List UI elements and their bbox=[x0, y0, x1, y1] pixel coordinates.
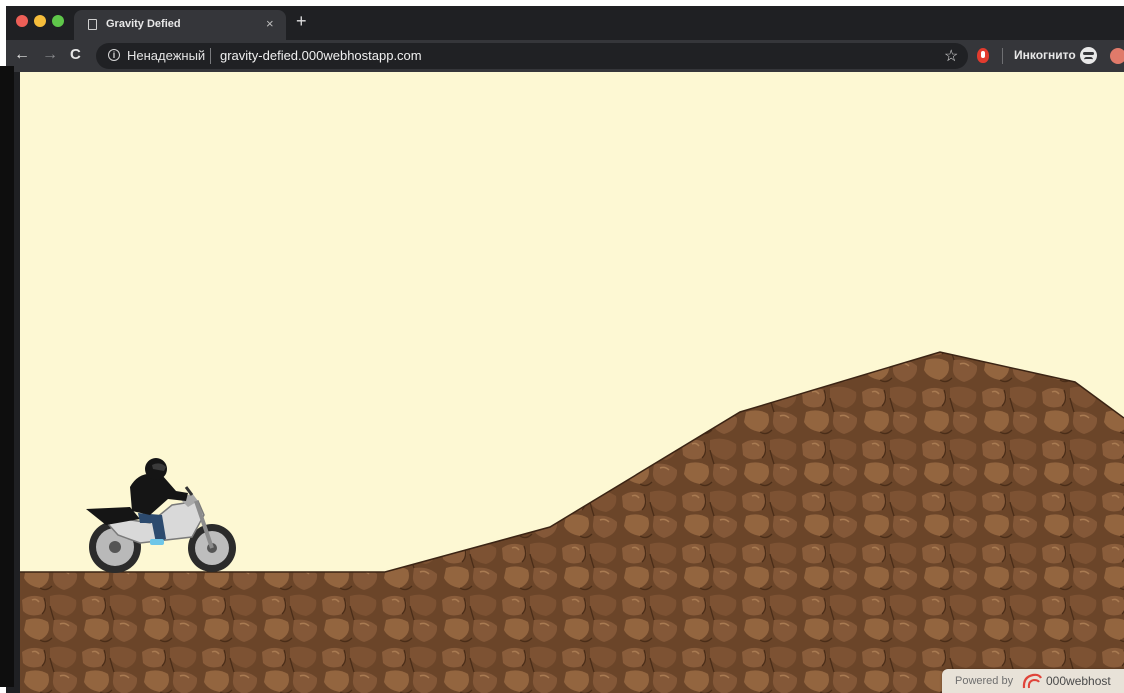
new-tab-button[interactable]: + bbox=[296, 12, 307, 30]
tab-strip: Gravity Defied × + bbox=[6, 6, 1124, 40]
game-canvas[interactable]: Powered by 000webhost bbox=[20, 72, 1124, 693]
tab-close-button[interactable]: × bbox=[266, 16, 274, 32]
toolbar-divider bbox=[1002, 48, 1003, 64]
extension-icon[interactable] bbox=[977, 48, 989, 63]
security-label[interactable]: Ненадежный bbox=[127, 48, 205, 63]
url-separator bbox=[210, 48, 211, 64]
page-icon bbox=[88, 19, 97, 30]
info-icon[interactable]: i bbox=[108, 49, 120, 61]
browser-window: Gravity Defied × + ← → C i Ненадежный gr… bbox=[6, 6, 1124, 693]
address-bar[interactable]: i Ненадежный gravity-defied.000webhostap… bbox=[96, 43, 968, 69]
url-text[interactable]: gravity-defied.000webhostapp.com bbox=[220, 48, 422, 63]
powered-label: Powered by bbox=[955, 675, 1014, 687]
tab-gravity-defied[interactable]: Gravity Defied × bbox=[74, 10, 286, 40]
maximize-window-button[interactable] bbox=[52, 15, 64, 27]
powered-by-badge[interactable]: Powered by 000webhost bbox=[942, 669, 1124, 693]
star-icon[interactable]: ☆ bbox=[944, 46, 958, 66]
minimize-window-button[interactable] bbox=[34, 15, 46, 27]
profile-icon[interactable] bbox=[1110, 48, 1124, 64]
forward-icon[interactable]: → bbox=[42, 46, 58, 64]
game-scene bbox=[20, 351, 1124, 693]
incognito-icon[interactable] bbox=[1080, 47, 1097, 64]
close-window-button[interactable] bbox=[16, 15, 28, 27]
reload-icon[interactable]: C bbox=[70, 46, 81, 64]
brand-label: 000webhost bbox=[1046, 674, 1111, 688]
webhost-logo-icon bbox=[1022, 673, 1042, 689]
motorcycle-rider bbox=[86, 458, 236, 573]
incognito-label[interactable]: Инкогнито bbox=[1014, 48, 1076, 62]
tab-title: Gravity Defied bbox=[106, 18, 181, 30]
browser-toolbar: ← → C i Ненадежный gravity-defied.000web… bbox=[6, 40, 1124, 72]
back-icon[interactable]: ← bbox=[14, 46, 30, 64]
left-window-edge bbox=[0, 66, 14, 687]
